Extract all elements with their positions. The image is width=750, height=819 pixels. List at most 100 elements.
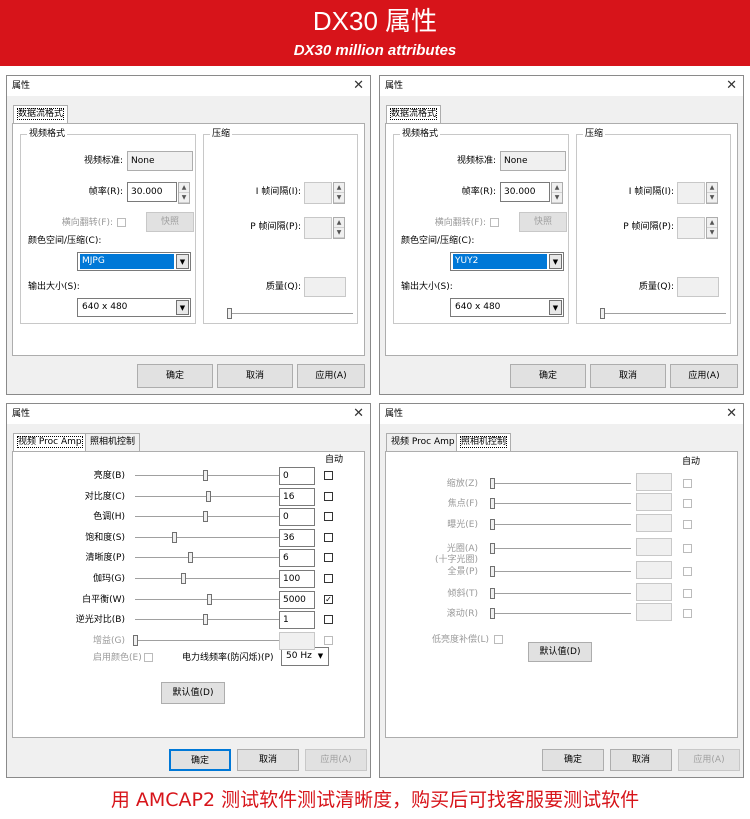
colorspace-select[interactable]: MJPG ▼ xyxy=(77,252,191,271)
camera-slider-thumb[interactable] xyxy=(490,498,495,509)
auto-checkbox[interactable] xyxy=(324,615,333,624)
camera-slider-thumb[interactable] xyxy=(490,608,495,619)
cancel-button[interactable]: 取消 xyxy=(217,364,293,388)
color-enable-checkbox[interactable] xyxy=(144,653,153,662)
proc-amp-value-field[interactable]: 6 xyxy=(279,549,315,567)
chevron-down-icon[interactable]: ▼ xyxy=(549,254,562,269)
proc-amp-value-field[interactable]: 16 xyxy=(279,488,315,506)
auto-checkbox[interactable] xyxy=(324,512,333,521)
apply-button[interactable]: 应用(A) xyxy=(305,749,367,771)
cancel-button[interactable]: 取消 xyxy=(590,364,666,388)
tab-stream-format[interactable]: 数据流格式 xyxy=(13,105,69,125)
apply-button[interactable]: 应用(A) xyxy=(678,749,740,771)
colorspace-select[interactable]: YUY2 ▼ xyxy=(450,252,564,271)
proc-amp-slider-track[interactable] xyxy=(135,557,280,559)
ok-button[interactable]: 确定 xyxy=(510,364,586,388)
close-icon[interactable]: ✕ xyxy=(353,78,364,94)
proc-amp-value-field[interactable]: 0 xyxy=(279,508,315,526)
snapshot-button[interactable]: 快照 xyxy=(519,212,567,232)
snapshot-button[interactable]: 快照 xyxy=(146,212,194,232)
camera-slider-thumb[interactable] xyxy=(490,519,495,530)
proc-amp-slider-thumb[interactable] xyxy=(207,594,212,605)
proc-amp-value-field[interactable]: 36 xyxy=(279,529,315,547)
auto-checkbox[interactable] xyxy=(324,553,333,562)
apply-button[interactable]: 应用(A) xyxy=(297,364,365,388)
low-light-checkbox[interactable] xyxy=(494,635,503,644)
close-icon[interactable]: ✕ xyxy=(726,406,737,422)
auto-checkbox[interactable] xyxy=(324,492,333,501)
proc-amp-slider-track[interactable] xyxy=(135,537,280,539)
auto-checkbox[interactable] xyxy=(683,544,692,553)
quality-slider-thumb[interactable] xyxy=(227,308,232,319)
auto-checkbox[interactable]: ✓ xyxy=(324,595,333,604)
camera-value-field xyxy=(636,561,672,579)
quality-slider-track[interactable] xyxy=(601,313,726,315)
auto-checkbox[interactable] xyxy=(683,567,692,576)
auto-checkbox[interactable] xyxy=(324,533,333,542)
camera-slider-track[interactable] xyxy=(491,524,631,526)
proc-amp-slider-thumb[interactable] xyxy=(181,573,186,584)
camera-slider-thumb[interactable] xyxy=(490,566,495,577)
quality-slider-thumb[interactable] xyxy=(600,308,605,319)
tab-proc-amp[interactable]: 视频 Proc Amp xyxy=(13,433,87,453)
camera-slider-track[interactable] xyxy=(491,503,631,505)
proc-amp-value-field[interactable]: 0 xyxy=(279,467,315,485)
chevron-down-icon[interactable]: ▼ xyxy=(314,649,327,664)
auto-checkbox[interactable] xyxy=(683,520,692,529)
default-button[interactable]: 默认值(D) xyxy=(161,682,225,704)
tab-proc-amp[interactable]: 视频 Proc Amp xyxy=(386,433,460,451)
cancel-button[interactable]: 取消 xyxy=(610,749,672,771)
flip-checkbox[interactable] xyxy=(490,218,499,227)
tab-camera-control[interactable]: 照相机控制 xyxy=(85,433,141,451)
auto-checkbox[interactable] xyxy=(324,636,333,645)
quality-slider-track[interactable] xyxy=(228,313,353,315)
proc-amp-slider-thumb[interactable] xyxy=(203,614,208,625)
ok-button[interactable]: 确定 xyxy=(137,364,213,388)
output-size-select[interactable]: 640 x 480 ▼ xyxy=(450,298,564,317)
camera-slider-thumb[interactable] xyxy=(490,543,495,554)
auto-checkbox[interactable] xyxy=(324,574,333,583)
camera-slider-thumb[interactable] xyxy=(490,478,495,489)
tab-stream-format[interactable]: 数据流格式 xyxy=(386,105,442,125)
chevron-down-icon[interactable]: ▼ xyxy=(549,300,562,315)
ok-button[interactable]: 确定 xyxy=(169,749,231,771)
proc-amp-slider-track[interactable] xyxy=(135,640,280,642)
proc-amp-value-field[interactable]: 100 xyxy=(279,570,315,588)
proc-amp-slider-thumb[interactable] xyxy=(203,511,208,522)
auto-checkbox[interactable] xyxy=(324,471,333,480)
auto-checkbox[interactable] xyxy=(683,589,692,598)
framerate-field[interactable]: 30.000 xyxy=(500,182,550,202)
close-icon[interactable]: ✕ xyxy=(353,406,364,422)
pframe-field xyxy=(677,217,705,239)
proc-amp-value-field[interactable]: 5000 xyxy=(279,591,315,609)
camera-slider-thumb[interactable] xyxy=(490,588,495,599)
apply-button[interactable]: 应用(A) xyxy=(670,364,738,388)
cancel-button[interactable]: 取消 xyxy=(237,749,299,771)
camera-slider-track[interactable] xyxy=(491,571,631,573)
proc-amp-slider-thumb[interactable] xyxy=(172,532,177,543)
proc-amp-slider-thumb[interactable] xyxy=(133,635,138,646)
framerate-spinner[interactable]: ▲ ▼ xyxy=(551,182,563,204)
tab-camera-control[interactable]: 照相机控制 xyxy=(456,433,512,453)
proc-amp-slider-thumb[interactable] xyxy=(206,491,211,502)
camera-slider-track[interactable] xyxy=(491,548,631,550)
framerate-field[interactable]: 30.000 xyxy=(127,182,177,202)
proc-amp-value-field[interactable]: 1 xyxy=(279,611,315,629)
output-size-select[interactable]: 640 x 480 ▼ xyxy=(77,298,191,317)
chevron-down-icon[interactable]: ▼ xyxy=(176,254,189,269)
proc-amp-slider-track[interactable] xyxy=(135,578,280,580)
auto-checkbox[interactable] xyxy=(683,499,692,508)
framerate-spinner[interactable]: ▲ ▼ xyxy=(178,182,190,204)
chevron-down-icon[interactable]: ▼ xyxy=(176,300,189,315)
auto-checkbox[interactable] xyxy=(683,479,692,488)
auto-checkbox[interactable] xyxy=(683,609,692,618)
proc-amp-slider-thumb[interactable] xyxy=(188,552,193,563)
ok-button[interactable]: 确定 xyxy=(542,749,604,771)
camera-slider-track[interactable] xyxy=(491,483,631,485)
proc-amp-slider-thumb[interactable] xyxy=(203,470,208,481)
close-icon[interactable]: ✕ xyxy=(726,78,737,94)
default-button[interactable]: 默认值(D) xyxy=(528,642,592,662)
camera-slider-track[interactable] xyxy=(491,593,631,595)
camera-slider-track[interactable] xyxy=(491,613,631,615)
flip-checkbox[interactable] xyxy=(117,218,126,227)
